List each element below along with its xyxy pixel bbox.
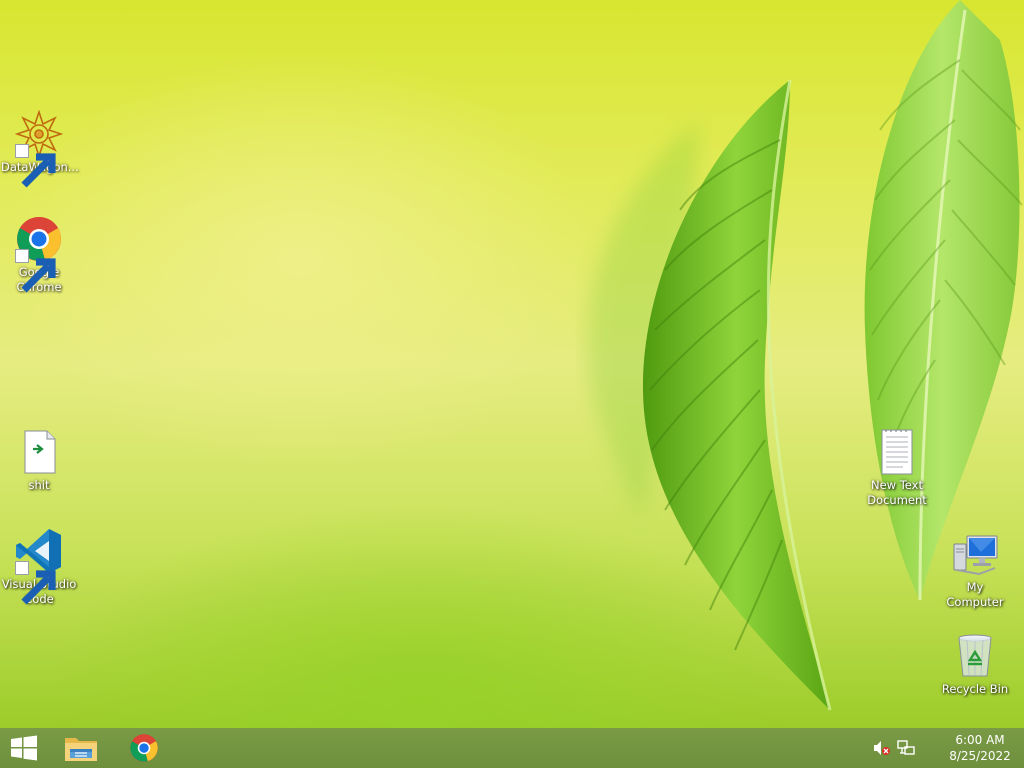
desktop-icon-google-chrome[interactable]: Google Chrome — [1, 215, 77, 295]
clock-time: 6:00 AM — [955, 733, 1005, 747]
desktop-icon-shit[interactable]: shit — [1, 428, 77, 493]
computer-icon — [953, 535, 998, 576]
windows-logo-icon — [11, 735, 37, 761]
desktop[interactable]: DataWagon... Google Chrome shit Visual S… — [0, 0, 1024, 728]
clock-date: 8/25/2022 — [949, 749, 1011, 763]
shortcut-arrow-icon — [15, 144, 56, 188]
start-button[interactable] — [0, 728, 48, 768]
desktop-icon-label: Recycle Bin — [941, 682, 1009, 696]
desktop-icon-label: shit — [28, 478, 50, 492]
chrome-icon — [130, 734, 158, 762]
recycle-bin-icon — [958, 634, 992, 677]
shortcut-arrow-icon — [15, 249, 56, 293]
desktop-icon-datawagon[interactable]: DataWagon... — [1, 110, 79, 188]
desktop-icon-my-computer[interactable]: My Computer — [937, 530, 1013, 610]
desktop-icon-visual-studio-code[interactable]: Visual Studio Code — [1, 527, 77, 607]
taskbar: 6:00 AM 8/25/2022 — [0, 728, 1024, 768]
tray-network-button[interactable] — [897, 740, 915, 756]
volume-muted-icon — [874, 741, 890, 755]
desktop-icon-new-text-document[interactable]: New Text Document — [859, 428, 935, 508]
file-explorer-icon — [65, 738, 97, 761]
desktop-icon-label: My Computer — [946, 580, 1004, 609]
tray-volume-button[interactable] — [873, 740, 891, 756]
wallpaper-leaves — [587, 0, 1023, 711]
file-icon — [24, 430, 56, 474]
text-document-icon — [881, 429, 913, 475]
desktop-icon-recycle-bin[interactable]: Recycle Bin — [937, 632, 1013, 697]
desktop-icon-label: New Text Document — [867, 478, 927, 507]
network-icon — [897, 740, 915, 755]
shortcut-arrow-icon — [15, 561, 56, 605]
taskbar-chrome-button[interactable] — [120, 728, 168, 768]
taskbar-file-explorer-button[interactable] — [56, 728, 106, 768]
taskbar-clock[interactable]: 6:00 AM 8/25/2022 — [940, 732, 1020, 764]
